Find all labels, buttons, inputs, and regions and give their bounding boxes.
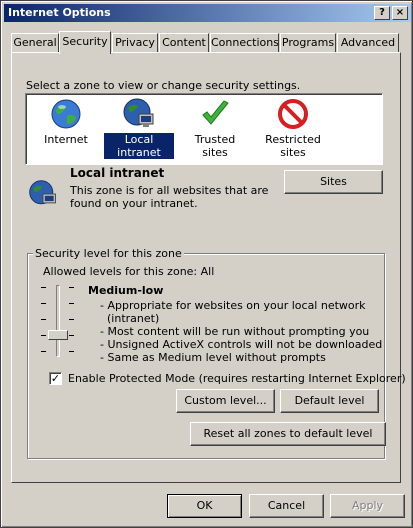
custom-level-button[interactable]: Custom level... <box>176 389 275 413</box>
protected-mode-checkbox[interactable]: ✓ <box>49 372 62 385</box>
zone-list[interactable]: Internet Local intranet Trusted sites Re… <box>25 93 383 165</box>
tab-programs[interactable]: Programs <box>280 33 336 53</box>
zone-label: Internet <box>44 133 88 146</box>
zone-internet[interactable]: Internet <box>40 98 92 146</box>
apply-button[interactable]: Apply <box>330 494 405 518</box>
tab-content[interactable]: Content <box>159 33 209 53</box>
zone-description: found on your intranet. <box>70 197 198 210</box>
reset-all-zones-button[interactable]: Reset all zones to default level <box>190 422 386 446</box>
zone-title: Local intranet <box>70 166 165 180</box>
zone-label: Local intranet <box>103 132 175 160</box>
checkmark-icon <box>202 100 229 125</box>
level-bullet: (intranet) <box>107 312 160 325</box>
protected-mode-label: Enable Protected Mode (requires restarti… <box>68 372 406 385</box>
level-bullet: - Appropriate for websites on your local… <box>100 299 366 312</box>
tab-privacy[interactable]: Privacy <box>112 33 158 53</box>
zone-restricted-sites[interactable]: Restricted sites <box>258 98 328 159</box>
allowed-levels-text: Allowed levels for this zone: All <box>43 265 215 278</box>
title-bar[interactable]: Internet Options ? × <box>4 4 411 22</box>
zone-label: Trusted sites <box>194 133 236 159</box>
cancel-button[interactable]: Cancel <box>249 494 324 518</box>
zone-description: This zone is for all websites that are <box>70 184 269 197</box>
security-level-slider[interactable] <box>39 285 79 359</box>
slider-track <box>56 285 60 357</box>
globe-icon <box>51 99 81 129</box>
internet-options-dialog: Internet Options ? × General Security Pr… <box>0 0 413 528</box>
help-button[interactable]: ? <box>374 6 390 20</box>
sites-button[interactable]: Sites <box>284 170 383 194</box>
window-title: Internet Options <box>8 6 111 19</box>
level-bullet: - Most content will be run without promp… <box>100 325 370 338</box>
level-bullet: - Unsigned ActiveX controls will not be … <box>100 338 383 351</box>
tab-general[interactable]: General <box>11 33 59 53</box>
select-zone-instruction: Select a zone to view or change security… <box>26 79 301 92</box>
intranet-icon <box>29 180 56 205</box>
tab-connections[interactable]: Connections <box>210 33 279 53</box>
default-level-button[interactable]: Default level <box>280 389 379 413</box>
tab-security[interactable]: Security <box>59 31 111 54</box>
slider-ticks-left <box>41 287 46 357</box>
tab-advanced[interactable]: Advanced <box>337 33 399 53</box>
intranet-icon <box>123 98 154 127</box>
zone-trusted-sites[interactable]: Trusted sites <box>182 98 248 159</box>
restricted-icon <box>278 99 308 129</box>
ok-button[interactable]: OK <box>167 494 242 518</box>
level-bullet: - Same as Medium level without prompts <box>100 351 326 364</box>
close-button[interactable]: × <box>392 6 408 20</box>
zone-label: Restricted sites <box>265 133 321 159</box>
group-label: Security level for this zone <box>33 247 184 260</box>
security-level-name: Medium-low <box>88 284 164 297</box>
slider-thumb[interactable] <box>48 330 68 340</box>
slider-ticks-right <box>69 287 74 357</box>
zone-local-intranet[interactable]: Local intranet <box>103 98 175 160</box>
